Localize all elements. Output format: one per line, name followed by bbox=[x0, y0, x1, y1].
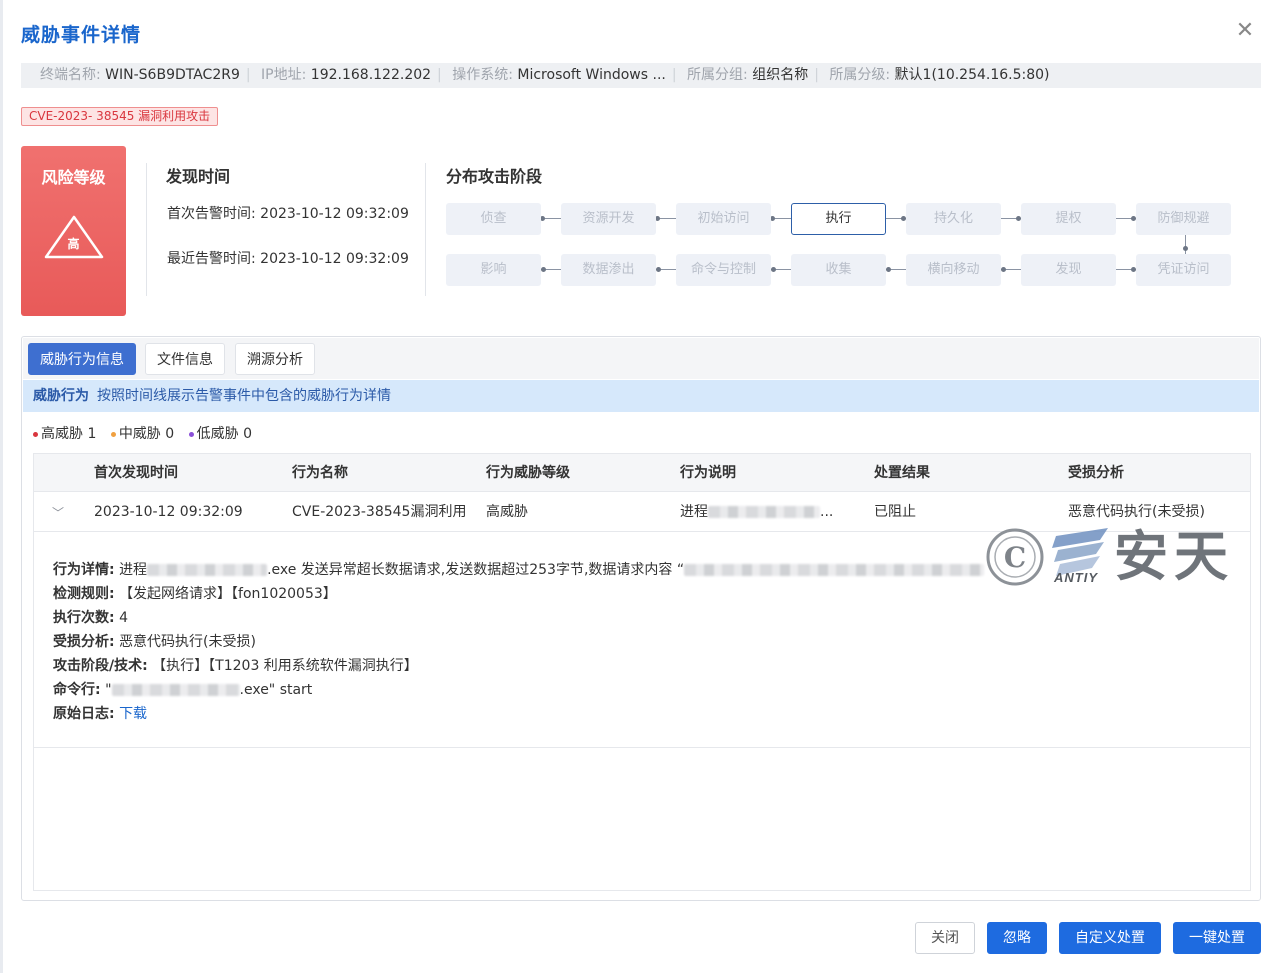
detail-raw-log: 原始日志: 下载 bbox=[53, 706, 148, 722]
svg-text:C: C bbox=[1004, 541, 1026, 574]
info-label-os: 操作系统: bbox=[452, 67, 513, 83]
download-link[interactable]: 下载 bbox=[119, 706, 147, 722]
detail-cmdline: 命令行: " .exe" start bbox=[53, 682, 313, 698]
stage-defense-evasion[interactable]: 防御规避 bbox=[1136, 203, 1231, 235]
row-result: 已阻止 bbox=[874, 504, 916, 520]
stage-collection[interactable]: 收集 bbox=[791, 254, 886, 286]
legend-medium: 中威胁 0 bbox=[118, 426, 175, 442]
row-time: 2023-10-12 09:32:09 bbox=[94, 504, 243, 520]
info-value-os: Microsoft Windows ... bbox=[517, 67, 666, 83]
row-level: 高威胁 bbox=[486, 504, 528, 520]
divider bbox=[425, 163, 426, 296]
close-button[interactable]: 关闭 bbox=[915, 922, 975, 954]
tab-bar: 威胁行为信息 文件信息 溯源分析 bbox=[23, 338, 1259, 379]
info-label-endpoint: 终端名称: bbox=[40, 67, 101, 83]
threat-legend: 高威胁 1 中威胁 0 低威胁 0 bbox=[33, 423, 262, 443]
endpoint-info-bar: 终端名称: WIN-S6B9DTAC2R9 | IP地址: 192.168.122… bbox=[21, 63, 1261, 88]
one-click-handle-button[interactable]: 一键处置 bbox=[1173, 922, 1261, 954]
row-description: 进程... bbox=[680, 492, 833, 532]
medium-threat-dot bbox=[110, 431, 116, 437]
behavior-table: 首次发现时间 行为名称 行为威胁等级 行为说明 处置结果 受损分析 ﹀ 2023… bbox=[33, 453, 1251, 891]
watermark-brand: 安天 bbox=[1114, 525, 1234, 588]
low-threat-dot bbox=[188, 431, 194, 437]
stage-initial-access[interactable]: 初始访问 bbox=[676, 203, 771, 235]
stage-execution[interactable]: 执行 bbox=[791, 203, 886, 235]
redacted-block bbox=[708, 506, 820, 518]
stage-command-and-control[interactable]: 命令与控制 bbox=[676, 254, 771, 286]
discovery-title: 发现时间 bbox=[166, 167, 231, 186]
col-behavior-name: 行为名称 bbox=[292, 465, 348, 481]
info-value-group: 组织名称 bbox=[752, 67, 809, 83]
tab-trace-analysis[interactable]: 溯源分析 bbox=[235, 343, 315, 375]
info-value-level: 默认1(10.254.16.5:80) bbox=[894, 67, 1050, 83]
risk-level-value: 高 bbox=[67, 237, 80, 251]
tab-file-info[interactable]: 文件信息 bbox=[145, 343, 225, 375]
row-desc-suffix: ... bbox=[820, 504, 834, 520]
stage-credential-access[interactable]: 凭证访问 bbox=[1136, 254, 1231, 286]
banner-text: 按照时间线展示告警事件中包含的威胁行为详情 bbox=[97, 388, 391, 404]
info-value-ip: 192.168.122.202 bbox=[310, 67, 432, 83]
stage-reconnaissance[interactable]: 侦查 bbox=[446, 203, 541, 235]
antiy-watermark: C ANTIY 安天 bbox=[986, 526, 1248, 588]
row-name: CVE-2023-38545漏洞利用 bbox=[292, 504, 467, 520]
cve-tag: CVE-2023- 38545 漏洞利用攻击 bbox=[21, 107, 219, 126]
divider bbox=[146, 163, 147, 296]
detail-technique: 攻击阶段/技术: 【执行】【T1203 利用系统软件漏洞执行】 bbox=[53, 658, 418, 674]
row-desc-prefix: 进程 bbox=[680, 504, 708, 520]
latest-alert-time: 最近告警时间: 2023-10-12 09:32:09 bbox=[167, 251, 409, 267]
ignore-button[interactable]: 忽略 bbox=[987, 922, 1047, 954]
redacted-block bbox=[684, 564, 985, 576]
stage-impact[interactable]: 影响 bbox=[446, 254, 541, 286]
watermark-latin: ANTIY bbox=[1054, 570, 1098, 585]
col-first-time: 首次发现时间 bbox=[94, 465, 178, 481]
redacted-block bbox=[111, 684, 240, 696]
detail-count: 执行次数: 4 bbox=[53, 610, 128, 626]
close-icon[interactable]: ✕ bbox=[1234, 20, 1256, 42]
stage-discovery[interactable]: 发现 bbox=[1021, 254, 1116, 286]
info-label-ip: IP地址: bbox=[261, 67, 307, 83]
custom-handle-button[interactable]: 自定义处置 bbox=[1059, 922, 1161, 954]
info-label-group: 所属分组: bbox=[687, 67, 748, 83]
info-label-level: 所属分级: bbox=[829, 67, 891, 83]
high-threat-dot bbox=[33, 431, 38, 437]
detail-rule: 检测规则: 【发起网络请求】【fon1020053】 bbox=[53, 586, 337, 602]
col-threat-level: 行为威胁等级 bbox=[486, 465, 570, 481]
col-result: 处置结果 bbox=[874, 465, 930, 481]
tab-threat-behavior[interactable]: 威胁行为信息 bbox=[28, 343, 136, 375]
detail-behavior: 行为详情: 进程 .exe 发送异常超长数据请求,发送数据超过253字节,数据请求… bbox=[53, 559, 985, 579]
stage-lateral-movement[interactable]: 横向移动 bbox=[906, 254, 1001, 286]
col-damage: 受损分析 bbox=[1068, 465, 1124, 481]
behavior-panel: 威胁行为信息 文件信息 溯源分析 威胁行为 按照时间线展示告警事件中包含的威胁行为… bbox=[21, 336, 1261, 901]
dialog-title: 威胁事件详情 bbox=[21, 24, 142, 46]
first-alert-time: 首次告警时间: 2023-10-12 09:32:09 bbox=[167, 206, 409, 222]
redacted-block bbox=[147, 564, 268, 576]
legend-high: 高威胁 1 bbox=[41, 426, 97, 442]
behavior-banner: 威胁行为 按照时间线展示告警事件中包含的威胁行为详情 bbox=[23, 380, 1259, 412]
col-description: 行为说明 bbox=[680, 465, 736, 481]
stage-resource-development[interactable]: 资源开发 bbox=[561, 203, 656, 235]
stage-privilege-escalation[interactable]: 提权 bbox=[1021, 203, 1116, 235]
risk-level-card: 风险等级 高 bbox=[21, 146, 126, 316]
attack-stage-title: 分布攻击阶段 bbox=[446, 167, 543, 186]
banner-title: 威胁行为 bbox=[33, 388, 89, 404]
stage-persistence[interactable]: 持久化 bbox=[906, 203, 1001, 235]
table-header: 首次发现时间 行为名称 行为威胁等级 行为说明 处置结果 受损分析 bbox=[34, 454, 1250, 492]
stage-exfiltration[interactable]: 数据渗出 bbox=[561, 254, 656, 286]
risk-level-title: 风险等级 bbox=[41, 168, 106, 187]
chevron-down-icon[interactable]: ﹀ bbox=[52, 504, 64, 521]
legend-low: 低威胁 0 bbox=[196, 426, 252, 442]
info-value-endpoint: WIN-S6B9DTAC2R9 bbox=[105, 67, 240, 83]
background-edge bbox=[0, 0, 3, 973]
detail-damage: 受损分析: 恶意代码执行(未受损) bbox=[53, 634, 256, 650]
